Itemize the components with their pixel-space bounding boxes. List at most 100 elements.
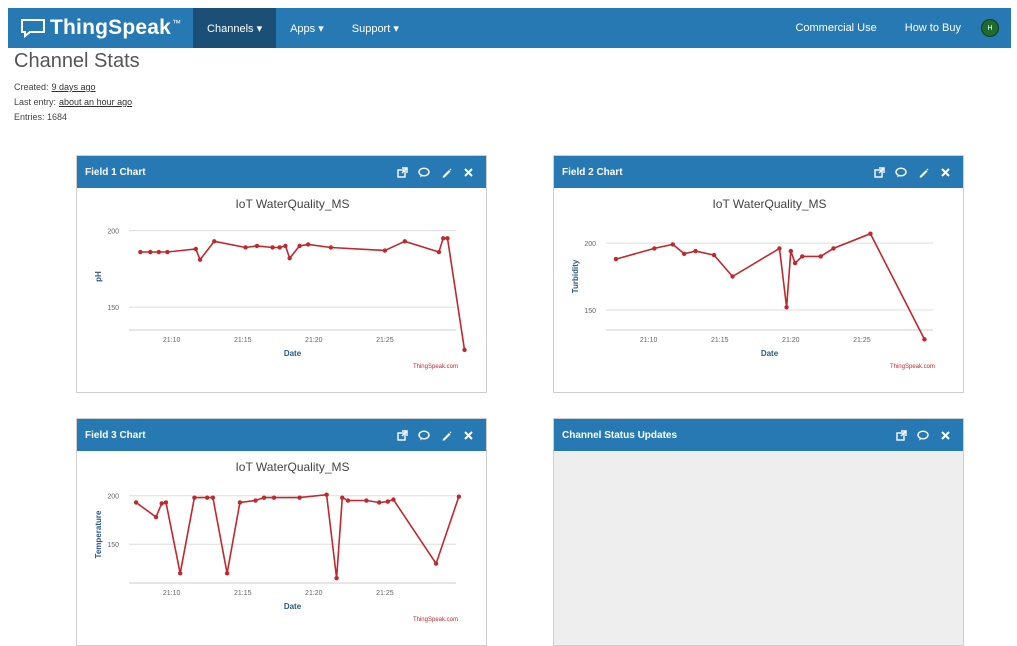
x-axis-label: Date bbox=[284, 602, 302, 611]
comment-icon[interactable] bbox=[418, 429, 430, 441]
x-tick-label: 21:20 bbox=[305, 590, 323, 597]
page-title: Channel Stats bbox=[14, 50, 140, 72]
chart-credit: ThingSpeak.com bbox=[413, 364, 458, 370]
close-icon[interactable] bbox=[462, 166, 474, 178]
data-point bbox=[711, 252, 717, 258]
y-axis-label: pH bbox=[94, 271, 103, 282]
panel-header: Channel Status Updates bbox=[554, 419, 963, 451]
entries-label: Entries: bbox=[14, 112, 45, 122]
chart-credit: ThingSpeak.com bbox=[413, 617, 458, 623]
panel-title: Field 2 Chart bbox=[562, 166, 623, 178]
chart-title: IoT WaterQuality_MS bbox=[235, 197, 349, 211]
data-point bbox=[270, 245, 275, 250]
brand-logo[interactable]: ThingSpeak ™ bbox=[8, 8, 193, 48]
brand-name: ThingSpeak bbox=[50, 16, 172, 39]
pencil-icon[interactable] bbox=[440, 429, 452, 441]
data-point bbox=[730, 274, 735, 279]
data-point bbox=[441, 236, 446, 241]
comment-icon[interactable] bbox=[895, 166, 907, 178]
nav-how-to-buy[interactable]: How to Buy bbox=[891, 8, 975, 48]
field2-line-chart: IoT WaterQuality_MS 150 200 21:10 21:15 21:20… bbox=[571, 197, 935, 370]
data-point bbox=[385, 499, 390, 504]
x-tick-label: 21:10 bbox=[163, 590, 181, 597]
data-point bbox=[159, 501, 164, 506]
series-line bbox=[615, 232, 926, 340]
created-label: Created: bbox=[14, 82, 49, 92]
series-line bbox=[140, 237, 466, 351]
external-link-icon[interactable] bbox=[396, 166, 408, 178]
data-point bbox=[297, 243, 302, 249]
comment-icon[interactable] bbox=[917, 429, 929, 441]
comment-icon[interactable] bbox=[418, 166, 430, 178]
x-tick-label: 21:20 bbox=[782, 337, 800, 344]
close-icon[interactable] bbox=[939, 429, 951, 441]
data-point bbox=[652, 246, 657, 251]
external-link-icon[interactable] bbox=[895, 429, 907, 441]
y-tick-label: 200 bbox=[107, 229, 119, 236]
chart-title: IoT WaterQuality_MS bbox=[712, 197, 826, 211]
data-point bbox=[831, 246, 836, 251]
x-axis-label: Date bbox=[761, 349, 779, 358]
data-point bbox=[156, 249, 162, 255]
nav-channels[interactable]: Channels ▾ bbox=[193, 8, 277, 48]
nav-apps[interactable]: Apps ▾ bbox=[276, 8, 338, 48]
data-point bbox=[433, 561, 439, 566]
data-point bbox=[445, 236, 450, 241]
x-tick-label: 21:15 bbox=[234, 337, 252, 344]
pencil-icon[interactable] bbox=[917, 166, 929, 178]
data-point bbox=[177, 571, 183, 576]
x-tick-label: 21:25 bbox=[376, 590, 394, 597]
data-point bbox=[462, 347, 467, 353]
close-icon[interactable] bbox=[462, 429, 474, 441]
data-point bbox=[224, 571, 230, 576]
external-link-icon[interactable] bbox=[873, 166, 885, 178]
field3-chart-panel: Field 3 Chart IoT WaterQuality_MS 150 200 2… bbox=[76, 418, 487, 646]
x-tick-label: 21:15 bbox=[711, 337, 729, 344]
data-point bbox=[377, 500, 382, 505]
y-axis-label: Turbidity bbox=[571, 259, 580, 293]
data-point bbox=[148, 249, 153, 255]
data-point bbox=[253, 498, 258, 503]
data-point bbox=[922, 337, 927, 342]
data-point bbox=[818, 254, 823, 259]
panel-header: Field 2 Chart bbox=[554, 156, 963, 188]
external-link-icon[interactable] bbox=[396, 429, 408, 441]
status-updates-panel: Channel Status Updates bbox=[553, 418, 964, 646]
close-icon[interactable] bbox=[939, 166, 951, 178]
x-tick-label: 21:25 bbox=[853, 337, 871, 344]
series-line bbox=[135, 493, 460, 579]
speech-bubble-icon bbox=[21, 19, 45, 38]
data-point bbox=[165, 249, 170, 255]
data-point bbox=[324, 492, 329, 497]
data-point bbox=[613, 256, 619, 262]
field1-line-chart: IoT WaterQuality_MS 150 200 21:10 21:15 21:20… bbox=[94, 197, 467, 370]
data-point bbox=[254, 243, 260, 249]
data-point bbox=[681, 251, 687, 256]
data-point bbox=[788, 248, 794, 254]
y-tick-label: 150 bbox=[584, 308, 596, 315]
last-entry-label: Last entry: bbox=[14, 97, 57, 107]
data-point bbox=[271, 495, 277, 500]
top-navbar: ThingSpeak ™ Channels ▾ Apps ▾ Support ▾… bbox=[8, 8, 1011, 48]
data-point bbox=[328, 245, 334, 250]
data-point bbox=[784, 305, 789, 310]
status-updates-body bbox=[554, 451, 963, 645]
data-point bbox=[800, 254, 805, 259]
chart-credit: ThingSpeak.com bbox=[890, 364, 935, 370]
data-point bbox=[283, 243, 288, 249]
data-point bbox=[133, 500, 139, 505]
data-point bbox=[456, 494, 462, 499]
pencil-icon[interactable] bbox=[440, 166, 452, 178]
nav-commercial-use[interactable]: Commercial Use bbox=[781, 8, 890, 48]
field1-chart-panel: Field 1 Chart IoT WaterQuality_MS 150 200 2… bbox=[76, 155, 487, 393]
avatar[interactable]: H bbox=[981, 19, 999, 37]
data-point bbox=[391, 497, 396, 502]
y-tick-label: 200 bbox=[584, 241, 596, 248]
chart-title: IoT WaterQuality_MS bbox=[235, 460, 349, 474]
data-point bbox=[297, 495, 302, 500]
panel-title: Field 3 Chart bbox=[85, 429, 146, 441]
data-point bbox=[153, 514, 159, 520]
data-point bbox=[364, 498, 369, 503]
nav-support[interactable]: Support ▾ bbox=[338, 8, 413, 48]
data-point bbox=[436, 249, 442, 255]
